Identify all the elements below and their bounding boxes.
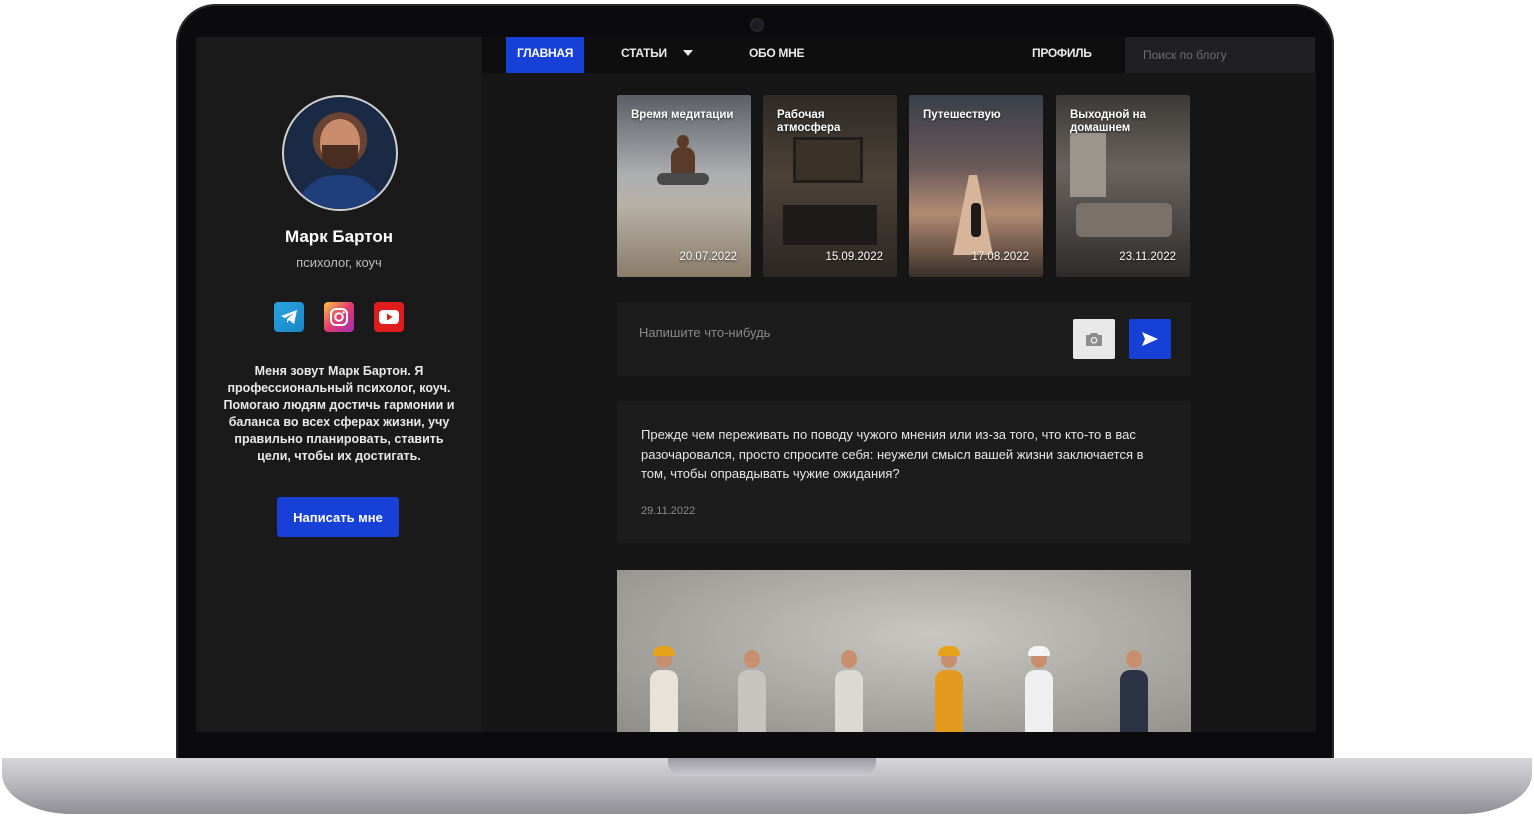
- social-links: [274, 302, 404, 332]
- author-bio: Меня зовут Марк Бартон. Я профессиональн…: [223, 364, 455, 463]
- person-figure: [832, 650, 866, 732]
- person-figure: [647, 646, 681, 732]
- post-text: Прежде чем переживать по поводу чужого м…: [641, 427, 1144, 481]
- search-input[interactable]: [1125, 37, 1315, 73]
- attach-photo-button[interactable]: [1073, 319, 1115, 359]
- post-input[interactable]: [617, 302, 1057, 362]
- story-title: Время медитации: [631, 109, 734, 121]
- story-card[interactable]: Путешествую 17.08.2022: [909, 95, 1043, 277]
- send-button[interactable]: [1129, 319, 1171, 359]
- stories-row: Время медитации 20.07.2022 Рабочая атмос…: [617, 95, 1191, 277]
- story-card[interactable]: Время медитации 20.07.2022: [617, 95, 751, 277]
- youtube-icon[interactable]: [374, 302, 404, 332]
- story-date: 23.11.2022: [1119, 251, 1176, 263]
- nav-articles[interactable]: СТАТЬИ: [621, 37, 701, 73]
- person-figure: [932, 646, 966, 732]
- story-title: Путешествую: [923, 109, 1001, 121]
- person-figure: [1022, 646, 1056, 732]
- story-title: Выходной на домашнем: [1070, 109, 1146, 134]
- screen: Марк Бартон психолог, коуч Меня зовут Ма…: [196, 37, 1316, 732]
- story-card[interactable]: Выходной на домашнем 23.11.2022: [1056, 95, 1190, 277]
- profile-sidebar: Марк Бартон психолог, коуч Меня зовут Ма…: [196, 37, 482, 732]
- nav-articles-label: СТАТЬИ: [621, 46, 667, 60]
- webcam: [750, 18, 764, 32]
- nav-home[interactable]: ГЛАВНАЯ: [506, 37, 584, 73]
- story-date: 15.09.2022: [825, 251, 883, 263]
- telegram-icon[interactable]: [274, 302, 304, 332]
- nav-profile[interactable]: ПРОФИЛЬ: [1032, 37, 1092, 73]
- chevron-down-icon: [682, 49, 693, 56]
- post-card: Прежде чем переживать по поводу чужого м…: [617, 401, 1191, 543]
- person-figure: [735, 650, 769, 732]
- story-date: 17.08.2022: [971, 251, 1029, 263]
- post-date: 29.11.2022: [641, 505, 696, 517]
- avatar: [282, 95, 398, 211]
- person-figure: [1117, 650, 1151, 732]
- write-me-button[interactable]: Написать мне: [277, 497, 399, 537]
- top-navigation: ГЛАВНАЯ СТАТЬИ ОБО МНЕ ПРОФИЛЬ: [482, 37, 1316, 73]
- story-date: 20.07.2022: [679, 251, 737, 263]
- nav-about[interactable]: ОБО МНЕ: [749, 37, 809, 73]
- instagram-icon[interactable]: [324, 302, 354, 332]
- author-role: психолог, коуч: [296, 255, 382, 270]
- camera-icon: [1086, 332, 1102, 346]
- story-title: Рабочая атмосфера: [777, 109, 841, 134]
- image-post[interactable]: [617, 570, 1191, 732]
- post-composer: [617, 302, 1191, 376]
- send-icon: [1142, 332, 1158, 346]
- laptop-notch: [668, 758, 876, 776]
- author-name: Марк Бартон: [284, 227, 394, 246]
- story-card[interactable]: Рабочая атмосфера 15.09.2022: [763, 95, 897, 277]
